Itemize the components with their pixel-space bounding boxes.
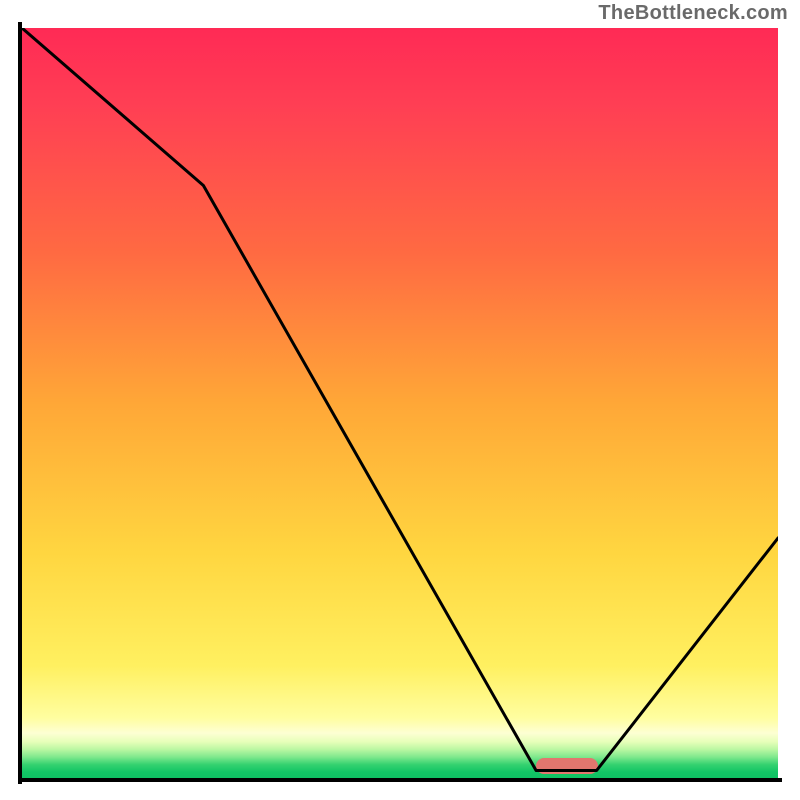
optimum-marker xyxy=(536,758,598,774)
chart-container: TheBottleneck.com xyxy=(0,0,800,800)
watermark-text: TheBottleneck.com xyxy=(598,2,788,25)
gradient-plot-area xyxy=(22,28,778,778)
x-axis xyxy=(18,778,782,782)
